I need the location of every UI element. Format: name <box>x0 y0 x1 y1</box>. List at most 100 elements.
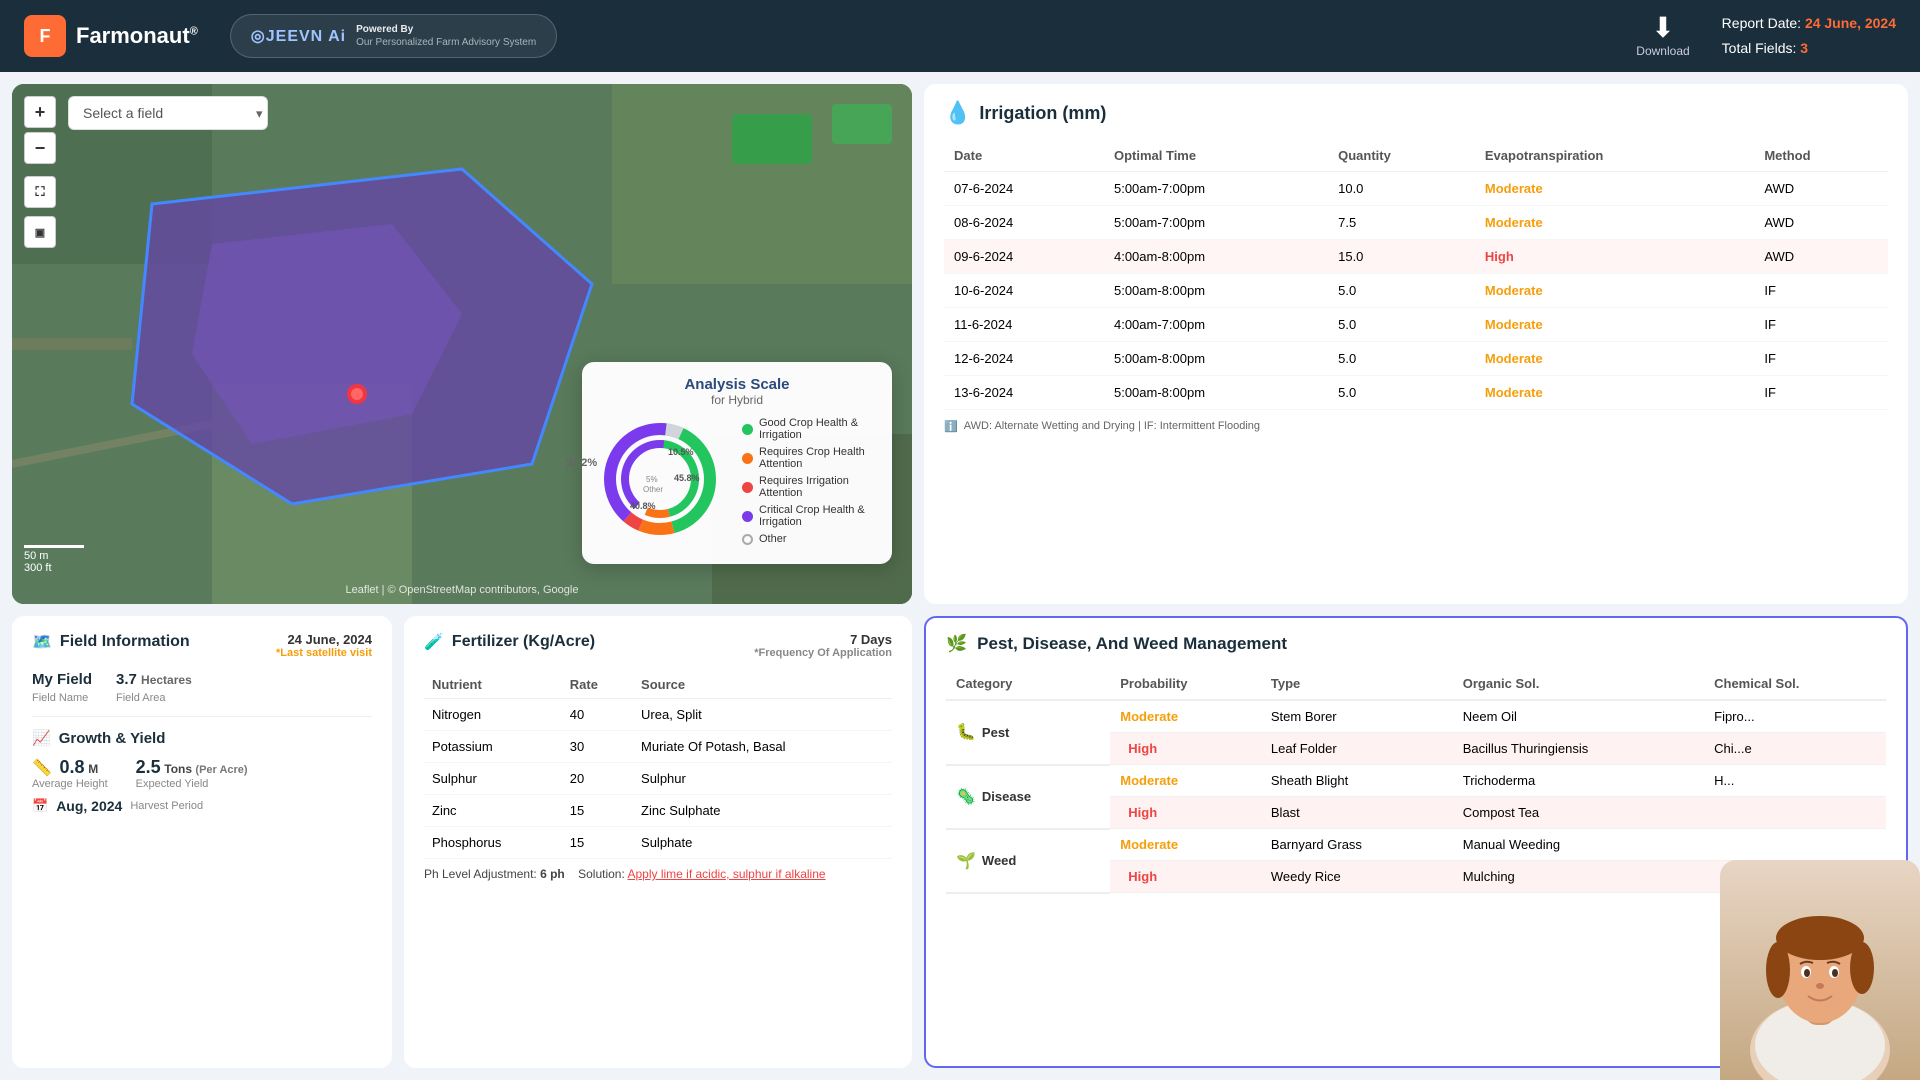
main-content: + − ⛶ ▣ Select a field ▾ 50 m 300 ft Lea… <box>0 72 1920 1080</box>
jeevn-logo: ◎JEEVN Ai <box>251 26 346 46</box>
scale-bar <box>24 545 84 548</box>
fertilizer-header: 🧪 Fertilizer (Kg/Acre) 7 Days *Frequency… <box>424 632 892 659</box>
pest-prob: Moderate <box>1110 765 1261 797</box>
logo-text: Farmonaut® <box>76 23 198 49</box>
growth-title: 📈 Growth & Yield <box>32 729 372 747</box>
fullscreen-button[interactable]: ⛶ <box>24 176 56 208</box>
solution-text[interactable]: Apply lime if acidic, sulphur if alkalin… <box>627 867 825 881</box>
irrigation-table-body: 07-6-2024 5:00am-7:00pm 10.0 Moderate AW… <box>944 172 1888 410</box>
irrigation-row: 13-6-2024 5:00am-8:00pm 5.0 Moderate IF <box>944 376 1888 410</box>
fert-nutrient: Zinc <box>424 795 562 827</box>
irrigation-row: 08-6-2024 5:00am-7:00pm 7.5 Moderate AWD <box>944 206 1888 240</box>
pest-chemical: Chi...e <box>1704 733 1886 765</box>
fertilizer-table-body: Nitrogen 40 Urea, Split Potassium 30 Mur… <box>424 699 892 859</box>
fertilizer-table: Nutrient Rate Source Nitrogen 40 Urea, S… <box>424 671 892 859</box>
field-date: 24 June, 2024 *Last satellite visit <box>276 632 372 659</box>
fert-row: Potassium 30 Muriate Of Potash, Basal <box>424 731 892 763</box>
fert-header-row: Nutrient Rate Source <box>424 671 892 699</box>
analysis-scale-subtitle: for Hybrid <box>600 393 874 407</box>
irr-method: AWD <box>1754 206 1888 240</box>
pest-prob: Moderate <box>1110 700 1261 733</box>
logo-area: F Farmonaut® <box>24 15 198 57</box>
irr-method: IF <box>1754 274 1888 308</box>
donut-svg: 10.5% 45.8% 40.8% 5% Other <box>600 419 720 539</box>
irr-evapo: High <box>1475 240 1754 274</box>
pest-row: 🐛 Pest Moderate Stem Borer Neem Oil Fipr… <box>946 700 1886 733</box>
irrigation-header-row: Date Optimal Time Quantity Evapotranspir… <box>944 140 1888 172</box>
layer-button[interactable]: ▣ <box>24 216 56 248</box>
fert-nutrient: Phosphorus <box>424 827 562 859</box>
pest-prob: Moderate <box>1110 829 1261 861</box>
header-right: ⬇ Download Report Date: 24 June, 2024 To… <box>1636 11 1896 61</box>
zoom-out-button[interactable]: − <box>24 132 56 164</box>
pest-chemical <box>1704 829 1886 861</box>
svg-text:40.8%: 40.8% <box>630 501 656 511</box>
pest-table-head: Category Probability Type Organic Sol. C… <box>946 668 1886 700</box>
fertilizer-title: 🧪 Fertilizer (Kg/Acre) <box>424 632 595 652</box>
irr-date: 09-6-2024 <box>944 240 1104 274</box>
irrigation-row: 07-6-2024 5:00am-7:00pm 10.0 Moderate AW… <box>944 172 1888 206</box>
irrigation-title: Irrigation (mm) <box>979 103 1106 124</box>
irrigation-row: 12-6-2024 5:00am-8:00pm 5.0 Moderate IF <box>944 342 1888 376</box>
legend-dot-crop <box>742 453 753 464</box>
fertilizer-head: Nutrient Rate Source <box>424 671 892 699</box>
zoom-in-button[interactable]: + <box>24 96 56 128</box>
fert-row: Sulphur 20 Sulphur <box>424 763 892 795</box>
irr-time: 5:00am-7:00pm <box>1104 206 1328 240</box>
growth-section: 📈 Growth & Yield 📏 0.8 M Average Height … <box>32 716 372 814</box>
avatar-overlay <box>1720 860 1920 1080</box>
irr-method: IF <box>1754 342 1888 376</box>
col-evapo: Evapotranspiration <box>1475 140 1754 172</box>
exp-yield-stat: 2.5 Tons (Per Acre) Expected Yield <box>136 757 248 790</box>
svg-text:Other: Other <box>643 485 663 494</box>
legend-item-crop: Requires Crop Health Attention <box>742 446 874 470</box>
field-info-icon: 🗺️ <box>32 632 52 652</box>
irr-date: 07-6-2024 <box>944 172 1104 206</box>
pest-prob: High <box>1110 797 1261 829</box>
fert-source: Sulphate <box>633 827 892 859</box>
irrigation-header: 💧 Irrigation (mm) <box>944 100 1888 126</box>
pest-chemical: H... <box>1704 765 1886 797</box>
legend-item-critical: Critical Crop Health & Irrigation <box>742 504 874 528</box>
col-method: Method <box>1754 140 1888 172</box>
fert-rate: 15 <box>562 827 633 859</box>
jeevn-badge: ◎JEEVN Ai Powered By Our Personalized Fa… <box>230 14 557 58</box>
download-button[interactable]: ⬇ Download <box>1636 14 1689 58</box>
irr-qty: 5.0 <box>1328 308 1475 342</box>
pest-col-prob: Probability <box>1110 668 1261 700</box>
fert-source: Sulphur <box>633 763 892 795</box>
col-time: Optimal Time <box>1104 140 1328 172</box>
pest-organic: Trichoderma <box>1453 765 1704 797</box>
pest-header-row: Category Probability Type Organic Sol. C… <box>946 668 1886 700</box>
irr-evapo: Moderate <box>1475 274 1754 308</box>
fert-row: Zinc 15 Zinc Sulphate <box>424 795 892 827</box>
fert-rate: 20 <box>562 763 633 795</box>
irr-qty: 5.0 <box>1328 342 1475 376</box>
analysis-legend: Good Crop Health & Irrigation Requires C… <box>742 417 874 550</box>
pest-type: Weedy Rice <box>1261 861 1453 893</box>
pest-category: 🦠 Disease <box>946 765 1110 829</box>
header: F Farmonaut® ◎JEEVN Ai Powered By Our Pe… <box>0 0 1920 72</box>
avg-height-stat: 📏 0.8 M Average Height <box>32 757 108 790</box>
info-icon: ℹ️ <box>944 420 958 433</box>
legend-item-good: Good Crop Health & Irrigation <box>742 417 874 441</box>
pest-type: Sheath Blight <box>1261 765 1453 797</box>
fert-col-nutrient: Nutrient <box>424 671 562 699</box>
svg-text:10.5%: 10.5% <box>668 447 694 457</box>
harvest-row: 📅 Aug, 2024 Harvest Period <box>32 798 372 814</box>
pest-prob: High <box>1110 733 1261 765</box>
irr-evapo: Moderate <box>1475 342 1754 376</box>
irr-date: 13-6-2024 <box>944 376 1104 410</box>
irr-time: 5:00am-7:00pm <box>1104 172 1328 206</box>
field-info-title: 🗺️ Field Information <box>32 632 190 652</box>
col-qty: Quantity <box>1328 140 1475 172</box>
irrigation-table-head: Date Optimal Time Quantity Evapotranspir… <box>944 140 1888 172</box>
irr-evapo: Moderate <box>1475 172 1754 206</box>
pest-col-type: Type <box>1261 668 1453 700</box>
donut-chart: 97.2% <box>600 419 730 549</box>
field-select[interactable]: Select a field <box>68 96 268 130</box>
growth-stats: 📏 0.8 M Average Height 2.5 Tons (Per Acr… <box>32 757 372 790</box>
pest-chemical <box>1704 797 1886 829</box>
analysis-scale-title: Analysis Scale <box>600 376 874 393</box>
fert-rate: 15 <box>562 795 633 827</box>
